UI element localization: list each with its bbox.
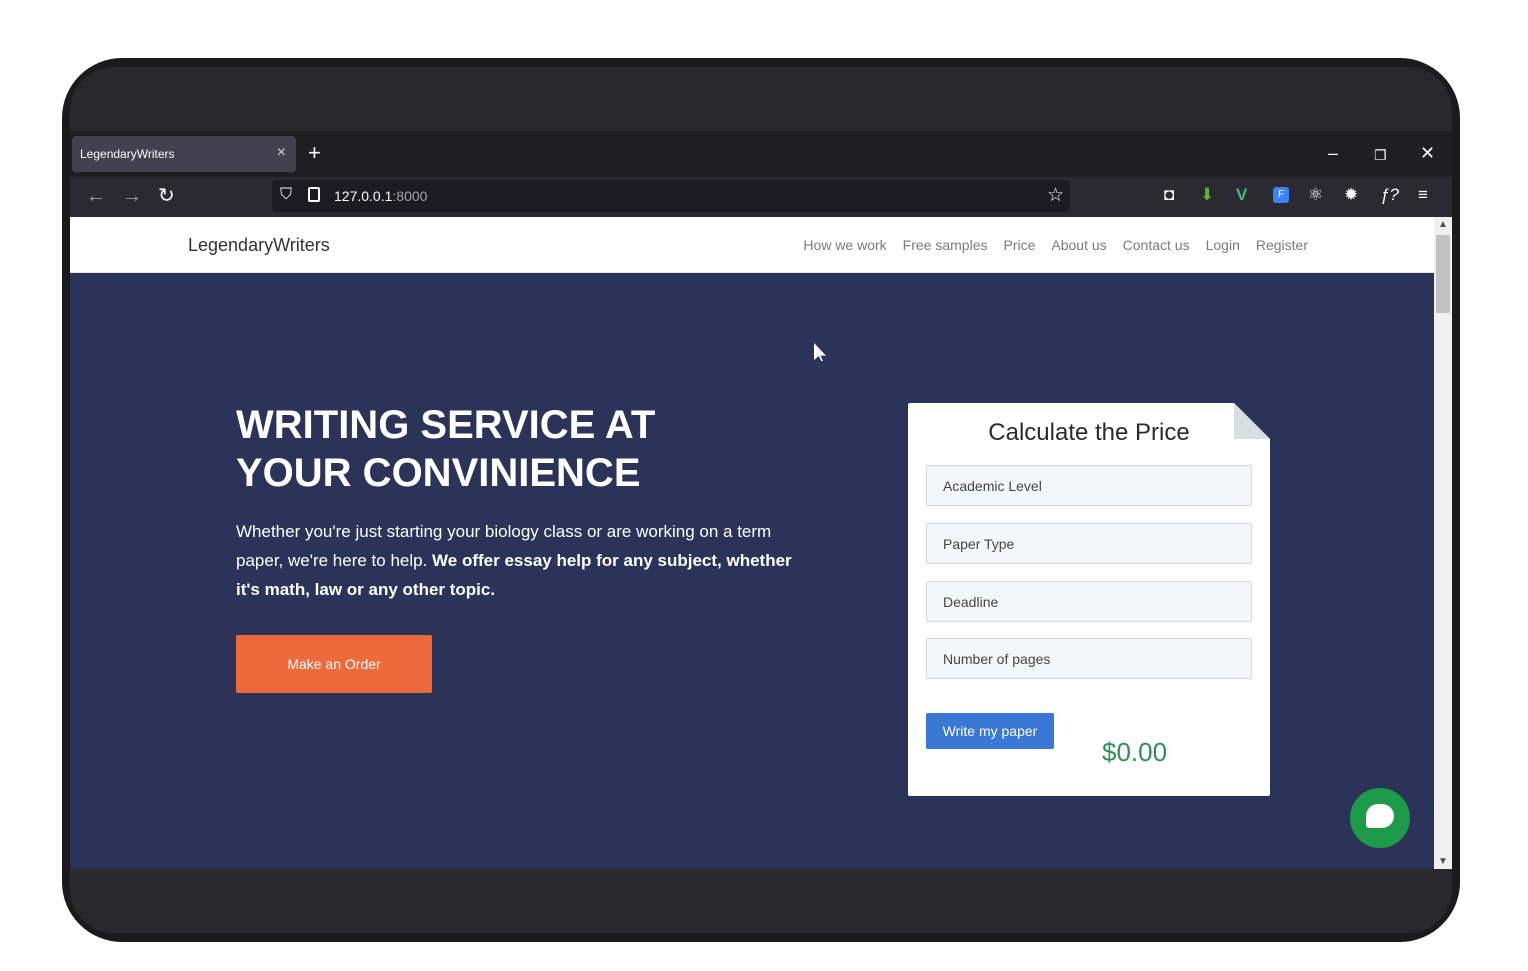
menu-contact-us[interactable]: Contact us [1123, 237, 1190, 253]
hero-description: Whether you're just starting your biolog… [236, 517, 796, 604]
deadline-select[interactable]: Deadline [926, 581, 1252, 622]
back-button[interactable]: ← [86, 185, 106, 207]
site-header: LegendaryWriters How we work Free sample… [70, 217, 1434, 273]
font-icon[interactable]: F [1273, 187, 1289, 203]
menu-register[interactable]: Register [1256, 237, 1308, 253]
reload-button[interactable]: ↻ [158, 185, 175, 207]
scroll-up-icon[interactable]: ▲ [1438, 219, 1448, 230]
browser-window: LegendaryWriters × + – ❐ ✕ ← → ↻ ⛉ 127.0… [70, 67, 1452, 933]
write-my-paper-button[interactable]: Write my paper [926, 713, 1054, 749]
pocket-icon[interactable]: ◘ [1164, 185, 1174, 205]
shield-icon[interactable]: ⛉ [280, 186, 292, 204]
price-calculator-card: Calculate the Price Academic Level Paper… [908, 403, 1270, 796]
hero-title: WRITING SERVICE AT YOUR CONVINIENCE [236, 401, 756, 497]
formula-icon[interactable]: ƒ? [1380, 185, 1399, 205]
menu-icon[interactable]: ≡ [1418, 185, 1428, 205]
menu-login[interactable]: Login [1206, 237, 1240, 253]
scrollbar-thumb[interactable] [1436, 235, 1450, 313]
tab-close-icon[interactable]: × [277, 144, 286, 162]
mouse-cursor-icon [814, 343, 826, 361]
react-icon[interactable]: ⚛ [1308, 185, 1323, 205]
hero-title-line-1: WRITING SERVICE AT [236, 403, 656, 447]
calculator-title: Calculate the Price [988, 419, 1190, 446]
page-scrollbar[interactable]: ▲ ▼ [1434, 217, 1452, 869]
price-total: $0.00 [1102, 737, 1168, 767]
page-viewport: LegendaryWriters How we work Free sample… [70, 217, 1434, 869]
window-bottom-bezel [70, 869, 1452, 933]
menu-price[interactable]: Price [1003, 237, 1035, 253]
menu-about-us[interactable]: About us [1051, 237, 1106, 253]
make-order-button[interactable]: Make an Order [236, 635, 432, 693]
tab-strip: LegendaryWriters × [70, 131, 1452, 177]
number-of-pages-input[interactable]: Number of pages [926, 638, 1252, 679]
hero-title-line-2: YOUR CONVINIENCE [236, 451, 641, 495]
academic-level-select[interactable]: Academic Level [926, 465, 1252, 506]
forward-button[interactable]: → [122, 185, 142, 207]
chat-bubble-icon [1366, 804, 1394, 828]
paper-type-select[interactable]: Paper Type [926, 523, 1252, 564]
restore-button[interactable]: ❐ [1374, 145, 1387, 165]
scroll-down-icon[interactable]: ▼ [1438, 856, 1448, 867]
page-info-icon[interactable] [308, 187, 320, 202]
site-menu: How we work Free samples Price About us … [803, 237, 1308, 253]
address-bar[interactable]: ⛉ 127.0.0.1:8000 ☆ [272, 180, 1070, 212]
download-icon[interactable]: ⬇ [1200, 185, 1214, 205]
gear-icon[interactable]: ✹ [1344, 185, 1358, 205]
site-brand[interactable]: LegendaryWriters [188, 235, 330, 256]
vue-icon[interactable]: V [1236, 185, 1247, 205]
minimize-button[interactable]: – [1328, 143, 1338, 163]
url-text[interactable]: 127.0.0.1:8000 [334, 188, 427, 204]
card-folded-corner [1234, 403, 1270, 439]
menu-free-samples[interactable]: Free samples [903, 237, 988, 253]
chat-button[interactable] [1350, 788, 1410, 848]
new-tab-button[interactable]: + [308, 142, 321, 164]
close-window-button[interactable]: ✕ [1420, 143, 1435, 163]
menu-how-we-work[interactable]: How we work [803, 237, 886, 253]
bookmark-star-icon[interactable]: ☆ [1047, 184, 1064, 207]
tab-legendarywriters[interactable]: LegendaryWriters × [72, 136, 296, 172]
tab-title: LegendaryWriters [80, 147, 175, 161]
